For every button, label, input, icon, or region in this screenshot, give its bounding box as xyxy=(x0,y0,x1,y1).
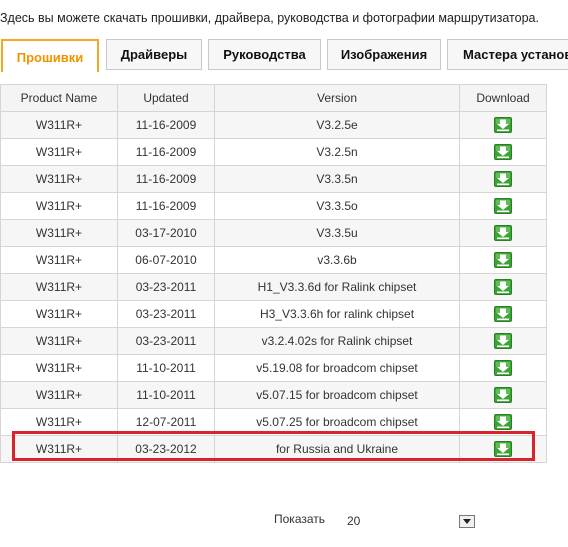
tab-drivers[interactable]: Драйверы xyxy=(106,39,202,70)
cell-updated: 11-16-2009 xyxy=(117,138,215,166)
cell-updated: 03-23-2011 xyxy=(117,273,215,301)
cell-version: H3_V3.3.6h for ralink chipset xyxy=(214,300,460,328)
cell-product: W311R+ xyxy=(0,246,118,274)
cell-download xyxy=(459,192,547,220)
cell-product: W311R+ xyxy=(0,138,118,166)
cell-version: V3.2.5n xyxy=(214,138,460,166)
pager-select[interactable]: 20 xyxy=(347,514,360,528)
cell-updated: 11-10-2011 xyxy=(117,381,215,409)
cell-updated: 11-16-2009 xyxy=(117,111,215,139)
download-arrow-icon xyxy=(494,171,512,187)
firmware-table: Product Name Updated Version Download W3… xyxy=(0,84,547,463)
download-button[interactable] xyxy=(494,225,512,241)
col-header-version: Version xyxy=(214,84,460,112)
download-arrow-icon xyxy=(494,279,512,295)
download-button[interactable] xyxy=(494,333,512,349)
download-button[interactable] xyxy=(494,252,512,268)
table-row: W311R+ 11-10-2011 v5.19.08 for broadcom ch… xyxy=(0,354,547,382)
tab-manuals[interactable]: Руководства xyxy=(208,39,321,70)
table-row: W311R+ 11-16-2009 V3.2.5e xyxy=(0,111,547,139)
download-button[interactable] xyxy=(494,306,512,322)
cell-updated: 06-07-2010 xyxy=(117,246,215,274)
download-arrow-icon xyxy=(494,387,512,403)
cell-version: V3.3.5o xyxy=(214,192,460,220)
cell-download xyxy=(459,165,547,193)
cell-product: W311R+ xyxy=(0,165,118,193)
cell-product: W311R+ xyxy=(0,327,118,355)
cell-product: W311R+ xyxy=(0,300,118,328)
cell-updated: 03-23-2011 xyxy=(117,300,215,328)
cell-download xyxy=(459,138,547,166)
pager-dropdown-button[interactable] xyxy=(459,515,475,528)
cell-download xyxy=(459,381,547,409)
cell-updated: 11-16-2009 xyxy=(117,165,215,193)
pager-label: Показать xyxy=(274,512,326,526)
table-header-row: Product Name Updated Version Download xyxy=(0,84,547,112)
intro-text: Здесь вы можете скачать прошивки, драйве… xyxy=(0,11,539,25)
cell-product: W311R+ xyxy=(0,219,118,247)
cell-updated: 03-17-2010 xyxy=(117,219,215,247)
cell-download xyxy=(459,354,547,382)
download-button[interactable] xyxy=(494,279,512,295)
table-row: W311R+ 03-23-2011 H1_V3.3.6d for Ralink ch… xyxy=(0,273,547,301)
table-row: W311R+ 11-16-2009 V3.2.5n xyxy=(0,138,547,166)
cell-version: v3.3.6b xyxy=(214,246,460,274)
cell-version: V3.3.5u xyxy=(214,219,460,247)
cell-download xyxy=(459,219,547,247)
tab-firmware[interactable]: Прошивки xyxy=(1,39,99,72)
cell-version: v5.19.08 for broadcom chipset xyxy=(214,354,460,382)
download-button[interactable] xyxy=(494,198,512,214)
download-button[interactable] xyxy=(494,360,512,376)
download-button[interactable] xyxy=(494,171,512,187)
col-header-product: Product Name xyxy=(0,84,118,112)
cell-updated: 11-16-2009 xyxy=(117,192,215,220)
cell-updated: 11-10-2011 xyxy=(117,354,215,382)
chevron-down-icon xyxy=(463,519,471,524)
download-arrow-icon xyxy=(494,198,512,214)
col-header-download: Download xyxy=(459,84,547,112)
cell-version: V3.3.5n xyxy=(214,165,460,193)
col-header-updated: Updated xyxy=(117,84,215,112)
table-row: W311R+ 03-17-2010 V3.3.5u xyxy=(0,219,547,247)
cell-version: V3.2.5e xyxy=(214,111,460,139)
cell-version: v5.07.15 for broadcom chipset xyxy=(214,381,460,409)
cell-download xyxy=(459,327,547,355)
download-arrow-icon xyxy=(494,306,512,322)
download-arrow-icon xyxy=(494,144,512,160)
tab-bar: Прошивки Драйверы Руководства Изображени… xyxy=(0,39,568,72)
table-row: W311R+ 11-16-2009 V3.3.5o xyxy=(0,192,547,220)
cell-updated: 03-23-2011 xyxy=(117,327,215,355)
download-button[interactable] xyxy=(494,414,512,430)
tab-setup-wizards[interactable]: Мастера установ xyxy=(447,39,568,70)
download-arrow-icon xyxy=(494,360,512,376)
highlight-box xyxy=(12,431,535,461)
cell-product: W311R+ xyxy=(0,354,118,382)
table-row: W311R+ 03-23-2011 H3_V3.3.6h for ralink ch… xyxy=(0,300,547,328)
cell-download xyxy=(459,246,547,274)
cell-product: W311R+ xyxy=(0,273,118,301)
download-arrow-icon xyxy=(494,252,512,268)
table-row: W311R+ 03-23-2011 v3.2.4.02s for Ralink ch… xyxy=(0,327,547,355)
download-arrow-icon xyxy=(494,414,512,430)
table-row: W311R+ 06-07-2010 v3.3.6b xyxy=(0,246,547,274)
cell-product: W311R+ xyxy=(0,192,118,220)
table-row: W311R+ 11-16-2009 V3.3.5n xyxy=(0,165,547,193)
tab-images[interactable]: Изображения xyxy=(327,39,441,70)
cell-product: W311R+ xyxy=(0,381,118,409)
download-button[interactable] xyxy=(494,387,512,403)
cell-download xyxy=(459,300,547,328)
download-arrow-icon xyxy=(494,333,512,349)
download-arrow-icon xyxy=(494,117,512,133)
table-row: W311R+ 11-10-2011 v5.07.15 for broadcom ch… xyxy=(0,381,547,409)
cell-version: v3.2.4.02s for Ralink chipset xyxy=(214,327,460,355)
cell-download xyxy=(459,273,547,301)
cell-product: W311R+ xyxy=(0,111,118,139)
download-button[interactable] xyxy=(494,144,512,160)
download-arrow-icon xyxy=(494,225,512,241)
cell-download xyxy=(459,111,547,139)
cell-version: H1_V3.3.6d for Ralink chipset xyxy=(214,273,460,301)
download-button[interactable] xyxy=(494,117,512,133)
